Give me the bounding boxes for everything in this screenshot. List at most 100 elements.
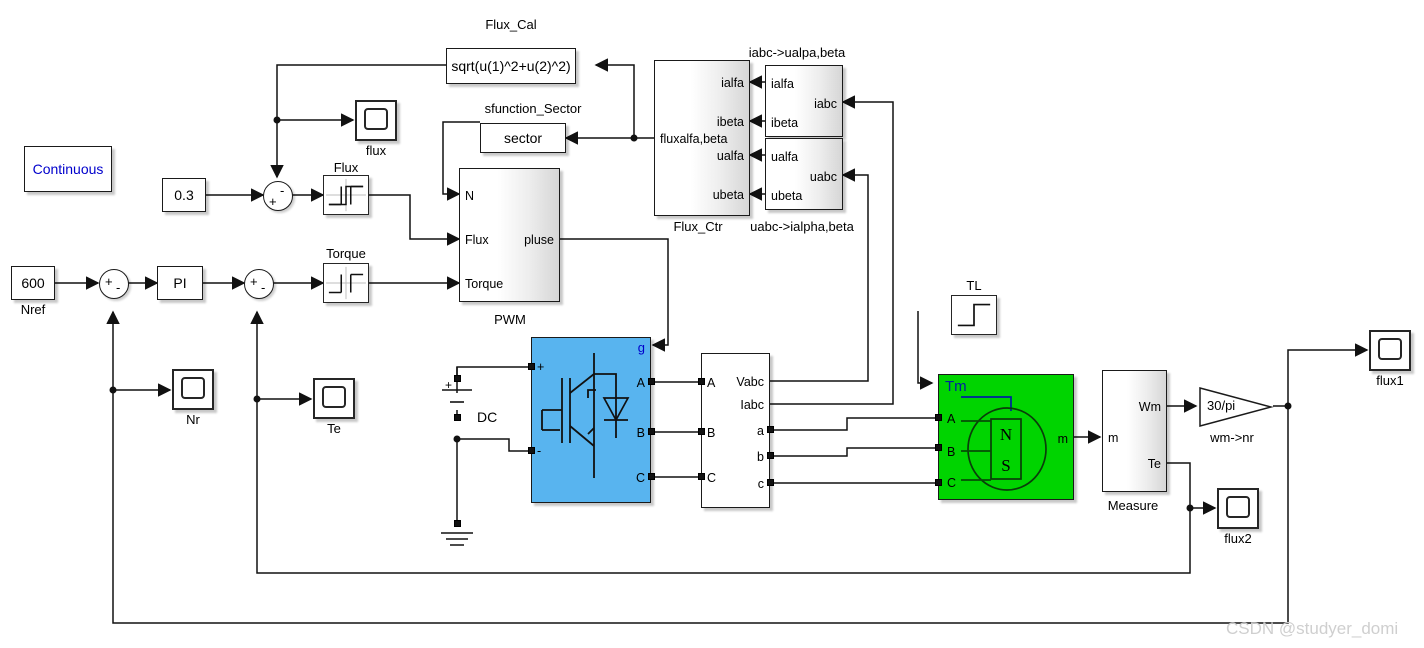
uabc-port-uabc: uabc <box>809 170 837 184</box>
scope-screen-icon <box>181 377 205 399</box>
scope-nr[interactable] <box>172 369 214 410</box>
torque-relay-block[interactable] <box>323 263 369 303</box>
relay-hysteresis-icon <box>326 178 366 212</box>
speed-reference-value: 600 <box>21 275 45 291</box>
inverter-bridge-block[interactable]: g + - A B C <box>531 337 651 503</box>
dc-source-label: DC <box>477 409 498 425</box>
nref-label: Nref <box>20 302 46 317</box>
flux-sum-minus: - <box>280 183 285 198</box>
flux-ctr-port-ibeta: ibeta <box>716 115 744 129</box>
flux-ctr-port-ualfa: ualfa <box>716 149 744 163</box>
iabc-port-ialfa: ialfa <box>771 77 794 91</box>
inverter-terminal-c <box>648 473 655 480</box>
speed-reference-constant[interactable]: 600 <box>11 266 55 300</box>
torque-sum-plus: + <box>250 274 258 289</box>
flux-reference-value: 0.3 <box>174 187 194 203</box>
solver-label: Continuous <box>32 161 104 177</box>
scope-screen-icon <box>364 108 388 130</box>
measure-port-te: Te <box>1147 457 1161 471</box>
svg-text:N: N <box>1000 425 1012 444</box>
scope-screen-icon <box>1378 338 1402 360</box>
pwm-title: PWM <box>494 312 526 327</box>
flux-ctr-port-ubeta: ubeta <box>712 188 744 202</box>
iabc-to-alphabeta-block[interactable]: ialfa ibeta iabc <box>765 65 843 137</box>
vi-port-c: C <box>707 471 717 485</box>
three-phase-vi-measurement-block[interactable]: A B C Vabc Iabc a b c <box>701 353 770 508</box>
pwm-port-n: N <box>465 189 475 203</box>
vi-port-a: A <box>707 376 716 390</box>
inverter-terminal-a <box>648 378 655 385</box>
flux-ctr-port-fluxalfabeta: fluxalfa,beta <box>660 132 728 146</box>
flux-ctr-block[interactable]: fluxalfa,beta ialfa ibeta ualfa ubeta <box>654 60 750 216</box>
scope-nr-label: Nr <box>186 412 200 427</box>
pmsm-motor-block[interactable]: Tm A B C m N S <box>938 374 1074 500</box>
gain-block[interactable]: 30/pi <box>1198 386 1274 428</box>
pwm-port-pluse: pluse <box>524 233 554 247</box>
vi-port-vabc: Vabc <box>736 375 764 389</box>
vi-terminal-a-in <box>698 378 705 385</box>
vi-terminal-c-in <box>698 473 705 480</box>
uabc-port-ualfa: ualfa <box>771 150 799 164</box>
flux-cal-title: Flux_Cal <box>485 17 537 32</box>
speed-sum-plus: + <box>105 274 113 289</box>
measure-port-m: m <box>1108 431 1119 445</box>
inverter-terminal-minus <box>528 447 535 454</box>
vi-port-a-out: a <box>757 424 764 438</box>
pmsm-rotor-icon: N S <box>961 396 1047 491</box>
scope-te[interactable] <box>313 378 355 419</box>
pwm-block[interactable]: N Flux Torque pluse <box>459 168 560 302</box>
scope-flux-label: flux <box>365 143 387 158</box>
flux-sum-plus: + <box>269 194 277 209</box>
flux-ctr-title: Flux_Ctr <box>673 219 723 234</box>
step-signal-icon <box>957 303 991 327</box>
uabc-port-ubeta: ubeta <box>771 189 803 203</box>
scope-flux1-label: flux1 <box>1376 373 1404 388</box>
scope-te-label: Te <box>327 421 341 436</box>
vi-terminal-a-out <box>767 426 774 433</box>
inverter-terminal-plus <box>528 363 535 370</box>
dc-terminal-top <box>454 375 461 382</box>
flux-relay-title: Flux <box>333 160 359 175</box>
iabc-converter-title: iabc->ualpa,beta <box>748 45 846 60</box>
scope-screen-icon <box>1226 496 1250 518</box>
torque-relay-title: Torque <box>326 246 366 261</box>
svg-text:S: S <box>1001 456 1010 475</box>
sector-label: sector <box>503 130 543 146</box>
scope-flux2[interactable] <box>1217 488 1259 529</box>
sfunction-sector-title: sfunction_Sector <box>484 101 582 116</box>
igbt-diode-icon <box>541 353 630 478</box>
solver-block[interactable]: Continuous <box>24 146 112 192</box>
flux-relay-block[interactable] <box>323 175 369 215</box>
flux-reference-constant[interactable]: 0.3 <box>162 178 206 212</box>
flux-cal-block[interactable]: sqrt(u(1)^2+u(2)^2) <box>446 48 576 84</box>
flux-sum-block[interactable]: + - <box>263 181 293 211</box>
vi-terminal-c-out <box>767 479 774 486</box>
dc-terminal-bottom <box>454 414 461 421</box>
flux-cal-expression: sqrt(u(1)^2+u(2)^2) <box>451 58 571 74</box>
torque-sum-minus: - <box>261 280 266 295</box>
uabc-to-alphabeta-block[interactable]: ualfa ubeta uabc <box>765 138 843 210</box>
ground-terminal <box>454 520 461 527</box>
vi-terminal-b-in <box>698 428 705 435</box>
inverter-terminal-b <box>648 428 655 435</box>
speed-sum-block[interactable]: + - <box>99 269 129 299</box>
scope-screen-icon <box>322 386 346 408</box>
vi-port-b: B <box>707 426 716 440</box>
pwm-port-flux: Flux <box>465 233 489 247</box>
tl-step-title: TL <box>966 278 982 293</box>
measure-port-wm: Wm <box>1138 400 1161 414</box>
tl-step-block[interactable] <box>951 295 997 335</box>
torque-sum-block[interactable]: + - <box>244 269 274 299</box>
dc-source-plus: + <box>445 378 453 392</box>
measure-block[interactable]: m Wm Te <box>1102 370 1167 492</box>
motor-terminal-b <box>935 444 942 451</box>
gain-value: 30/pi <box>1207 398 1236 413</box>
scope-flux1[interactable] <box>1369 330 1411 371</box>
pwm-port-torque: Torque <box>465 277 504 291</box>
scope-flux[interactable] <box>355 100 397 141</box>
flux-ctr-port-ialfa: ialfa <box>721 76 744 90</box>
sector-block[interactable]: sector <box>480 123 566 153</box>
motor-terminal-c <box>935 479 942 486</box>
pi-controller-block[interactable]: PI <box>157 266 203 300</box>
uabc-converter-title: uabc->ialpha,beta <box>750 219 854 234</box>
